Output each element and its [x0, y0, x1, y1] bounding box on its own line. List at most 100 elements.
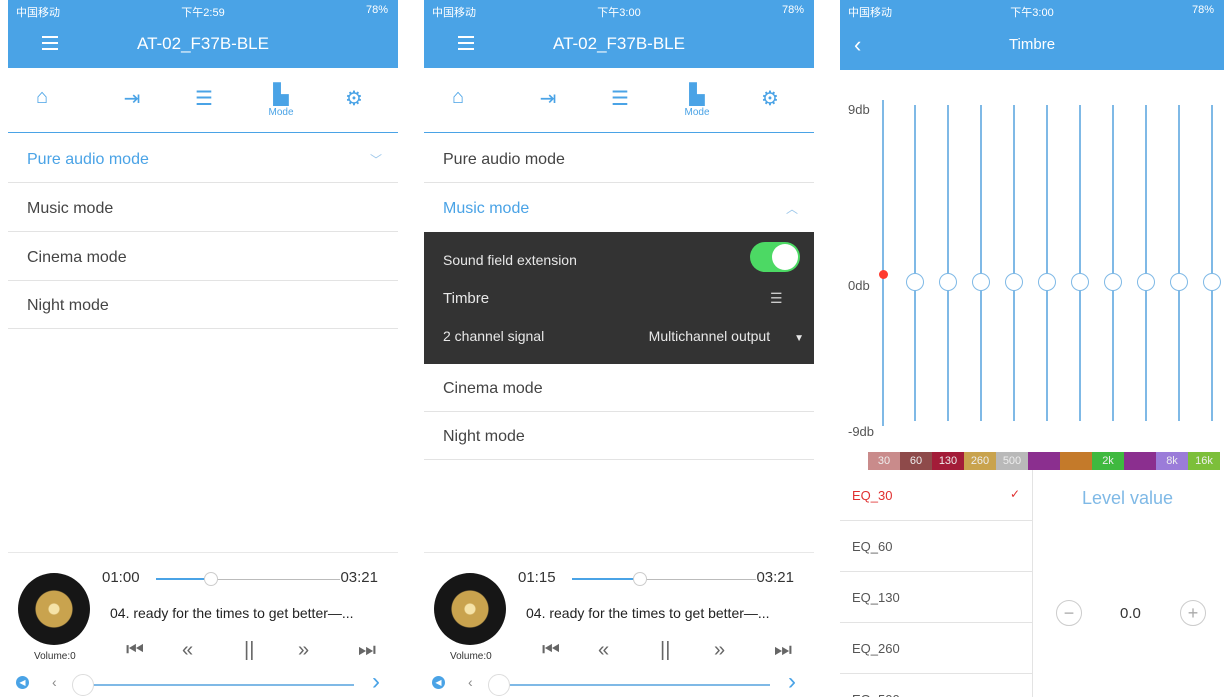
equalizer-icon[interactable]: ☰: [770, 290, 784, 307]
eq-slider-knob[interactable]: [1071, 273, 1089, 291]
progress-fill: [156, 578, 212, 580]
volume-thumb[interactable]: [488, 674, 510, 696]
volume-down-icon[interactable]: ‹: [52, 674, 57, 690]
frequency-band-label: 500: [996, 452, 1028, 470]
eq-slider[interactable]: [1038, 105, 1056, 421]
input-icon[interactable]: ⇥: [112, 86, 152, 111]
plus-icon[interactable]: +: [1180, 600, 1206, 626]
rewind-icon[interactable]: «: [598, 639, 609, 662]
volume-thumb[interactable]: [72, 674, 94, 696]
mode-music[interactable]: Music mode ︿: [424, 184, 814, 232]
eq-band-item[interactable]: EQ_260: [840, 623, 1032, 674]
eq-band-label: EQ_30: [852, 488, 893, 503]
eq-band-label: EQ_500: [852, 692, 900, 697]
mode-night[interactable]: Night mode: [424, 412, 814, 460]
mode-pure-audio[interactable]: Pure audio mode: [424, 135, 814, 183]
skip-previous-icon[interactable]: ⏮: [542, 639, 560, 662]
eq-slider[interactable]: [1203, 105, 1221, 421]
status-bar: 中国移动 下午3:00 78%: [424, 0, 814, 20]
screen-pure-audio: 中国移动 下午2:59 78% AT-02_F37B-BLE ⌂ ⇥ ☰ ▙ Mo…: [8, 0, 398, 697]
home-icon[interactable]: ⌂: [438, 86, 478, 109]
eq-slider-knob[interactable]: [1104, 273, 1122, 291]
level-title: Level value: [1082, 488, 1174, 508]
fast-forward-icon[interactable]: »: [298, 639, 309, 662]
eq-slider[interactable]: [1137, 105, 1155, 421]
equalizer-icon[interactable]: ☰: [600, 86, 640, 111]
tab-mode[interactable]: ▙ Mode: [677, 82, 717, 118]
mode-icon: ▙: [273, 84, 289, 106]
eq-slider[interactable]: [972, 105, 990, 421]
mode-night[interactable]: Night mode: [8, 281, 398, 329]
mode-cinema[interactable]: Cinema mode: [8, 233, 398, 281]
tab-mode[interactable]: ▙ Mode: [261, 82, 301, 118]
db-top-label: 9db: [848, 102, 870, 117]
eq-slider-knob[interactable]: [939, 273, 957, 291]
tab-bar: ⌂ ⇥ ☰ ▙ Mode ⚙: [8, 68, 398, 133]
pause-icon[interactable]: ||: [244, 639, 254, 662]
progress-thumb[interactable]: [633, 572, 648, 586]
skip-next-icon[interactable]: ⏭: [358, 639, 376, 662]
eq-slider[interactable]: [1071, 105, 1089, 421]
sound-field-row: Sound field extension: [443, 242, 804, 282]
volume-down-icon[interactable]: ‹: [468, 674, 473, 690]
progress-fill: [572, 578, 641, 580]
volume-label: Volume:0: [450, 651, 492, 662]
mode-music[interactable]: Music mode: [8, 184, 398, 232]
eq-slider-knob[interactable]: [1203, 273, 1221, 291]
channel-output-value: Multichannel output: [648, 328, 771, 344]
tab-mode-label: Mode: [268, 107, 294, 118]
song-title: 04. ready for the times to get better—..…: [526, 605, 770, 621]
eq-band-item[interactable]: EQ_130: [840, 572, 1032, 623]
timbre-row[interactable]: Timbre ☰: [443, 290, 804, 320]
volume-track[interactable]: [74, 684, 354, 686]
sound-field-toggle[interactable]: [750, 242, 800, 272]
minus-icon[interactable]: −: [1056, 600, 1082, 626]
eq-band-item[interactable]: EQ_500: [840, 674, 1032, 697]
rewind-icon[interactable]: «: [182, 639, 193, 662]
volume-up-icon[interactable]: ›: [788, 668, 796, 696]
channel-output-select[interactable]: Multichannel output ▼: [649, 328, 804, 344]
eq-slider[interactable]: [1104, 105, 1122, 421]
mode-label: Cinema mode: [27, 249, 127, 266]
level-marker: [879, 270, 888, 279]
eq-slider-knob[interactable]: [1170, 273, 1188, 291]
eq-slider[interactable]: [939, 105, 957, 421]
current-time: 01:15: [518, 569, 556, 586]
skip-previous-icon[interactable]: ⏮: [126, 639, 144, 662]
eq-slider[interactable]: [906, 105, 924, 421]
fast-forward-icon[interactable]: »: [714, 639, 725, 662]
volume-bar: ◀ ‹ ›: [8, 668, 398, 697]
eq-slider[interactable]: [1170, 105, 1188, 421]
screen-timbre: 中国移动 下午3:00 78% ‹ Timbre 9db 0db -9db 30…: [840, 0, 1224, 697]
eq-slider-knob[interactable]: [1038, 273, 1056, 291]
eq-slider-knob[interactable]: [1005, 273, 1023, 291]
progress-bar[interactable]: [572, 572, 756, 586]
battery-level: 78%: [365, 4, 388, 16]
eq-slider-knob[interactable]: [1137, 273, 1155, 291]
caret-down-icon: ▼: [794, 333, 804, 344]
eq-slider-knob[interactable]: [906, 273, 924, 291]
equalizer-icon[interactable]: ☰: [184, 86, 224, 111]
mode-cinema[interactable]: Cinema mode: [424, 364, 814, 412]
album-disc: [18, 573, 90, 645]
eq-slider-knob[interactable]: [972, 273, 990, 291]
clock: 下午3:00: [1010, 7, 1054, 19]
tab-mode-label: Mode: [684, 107, 710, 118]
eq-band-item[interactable]: EQ_30 ✓: [840, 470, 1032, 521]
volume-up-icon[interactable]: ›: [372, 668, 380, 696]
home-icon[interactable]: ⌂: [22, 86, 62, 109]
gear-icon[interactable]: ⚙: [750, 86, 790, 111]
progress-bar[interactable]: [156, 572, 340, 586]
frequency-band-label: 30: [868, 452, 900, 470]
pause-icon[interactable]: ||: [660, 639, 670, 662]
mode-icon: ▙: [689, 84, 705, 106]
gear-icon[interactable]: ⚙: [334, 86, 374, 111]
progress-thumb[interactable]: [204, 572, 219, 586]
volume-track[interactable]: [490, 684, 770, 686]
eq-slider[interactable]: [1005, 105, 1023, 421]
mode-label: Music mode: [443, 200, 530, 217]
input-icon[interactable]: ⇥: [528, 86, 568, 111]
eq-band-item[interactable]: EQ_60: [840, 521, 1032, 572]
skip-next-icon[interactable]: ⏭: [774, 639, 792, 662]
mode-pure-audio[interactable]: Pure audio mode ﹀: [8, 135, 398, 183]
